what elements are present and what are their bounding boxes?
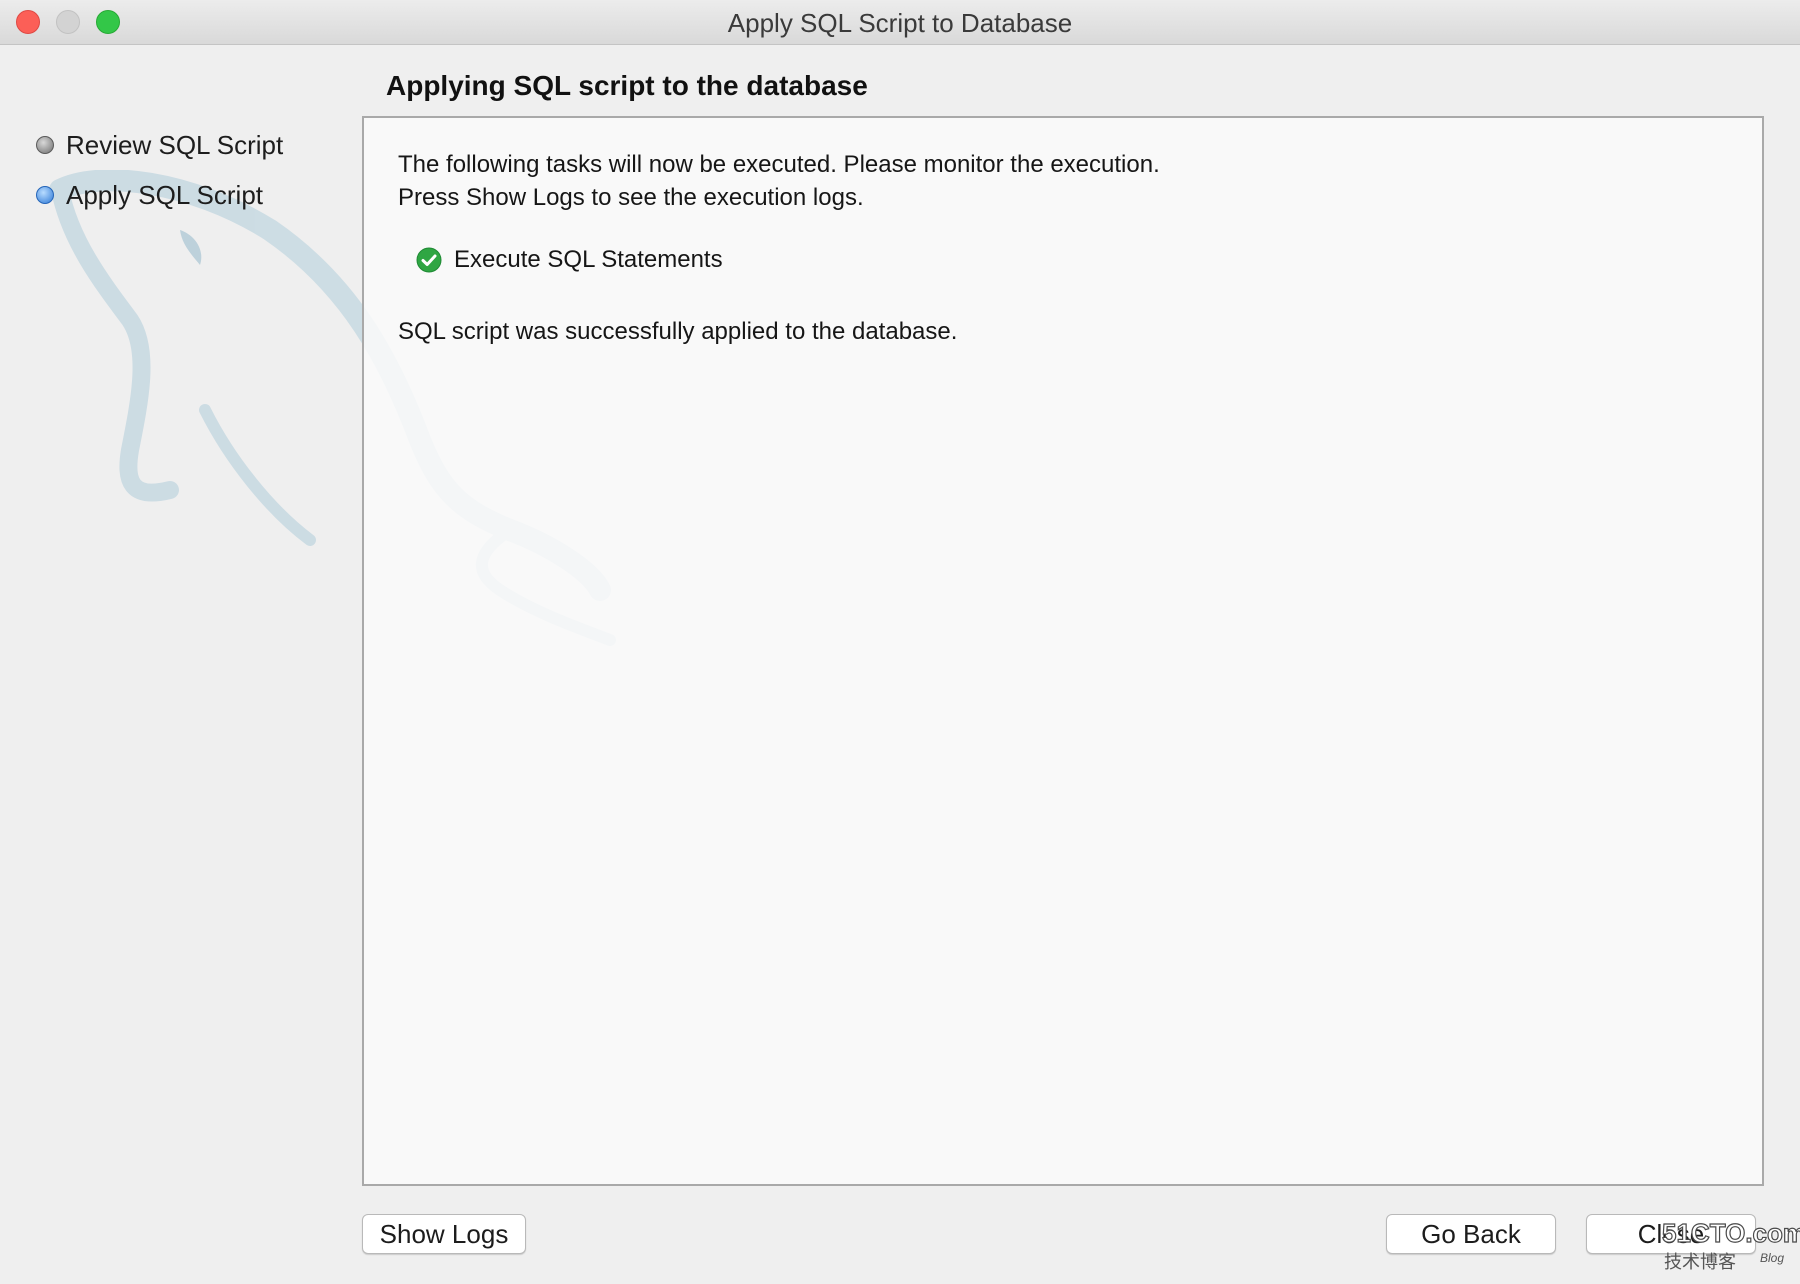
task-label: Execute SQL Statements [454,246,723,273]
wizard-steps: Review SQL Script Apply SQL Script [36,120,283,220]
window-title: Apply SQL Script to Database [727,8,1073,38]
task-item: Execute SQL Statements [416,246,723,274]
step-active-icon [36,186,54,204]
dialog-window: Apply SQL Script to Database Review SQL … [0,0,1800,1284]
intro-line-2: Press Show Logs to see the execution log… [398,184,864,211]
step-review-sql-script: Review SQL Script [36,120,283,170]
execution-panel: The following tasks will now be executed… [362,116,1764,1186]
intro-line-1: The following tasks will now be executed… [398,151,1160,178]
watermark-line-1: 51CTO.com [1662,1218,1800,1248]
step-done-icon [36,136,54,154]
show-logs-button[interactable]: Show Logs [362,1214,526,1254]
watermark-line-2: 技术博客 [1664,1252,1736,1273]
title-bar[interactable]: Apply SQL Script to Database [0,0,1800,45]
check-circle-icon [416,247,442,273]
result-message: SQL script was successfully applied to t… [398,318,958,345]
watermark-line-3: Blog [1760,1251,1784,1265]
go-back-button[interactable]: Go Back [1386,1214,1556,1254]
watermark-logo: 51CTO.com 技术博客 Blog [1661,1217,1800,1273]
step-label: Review SQL Script [66,129,284,160]
step-apply-sql-script: Apply SQL Script [36,170,283,220]
step-label: Apply SQL Script [66,179,264,210]
intro-text: The following tasks will now be executed… [398,148,1160,214]
page-heading: Applying SQL script to the database [386,70,868,101]
